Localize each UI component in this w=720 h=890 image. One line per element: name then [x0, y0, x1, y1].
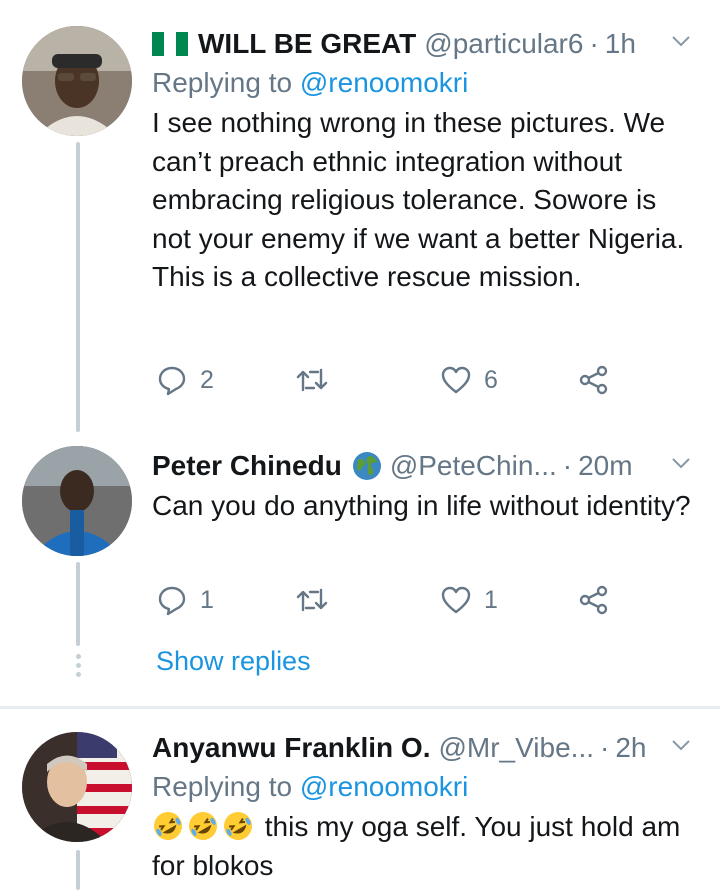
timestamp[interactable]: 20m [578, 448, 632, 484]
avatar-photo [22, 446, 132, 556]
retweet-button[interactable] [296, 364, 328, 396]
separator-dot: · [600, 732, 610, 763]
replying-prefix: Replying to [152, 67, 293, 98]
share-icon [579, 585, 608, 615]
timestamp[interactable]: 2h [615, 730, 646, 766]
more-replies-dots [74, 654, 82, 681]
replying-to: Replying to @renoomokri [152, 64, 700, 102]
share-button[interactable] [578, 364, 610, 396]
tweet-3[interactable]: Anyanwu Franklin O. @Mr_Vibe... · 2h Rep… [0, 710, 720, 890]
separator-dot: · [589, 28, 599, 59]
show-replies-link[interactable]: Show replies [156, 646, 311, 677]
author-handle[interactable]: @Mr_Vibe... [438, 730, 594, 766]
globe-icon [352, 452, 381, 480]
replying-to: Replying to @renoomokri [152, 768, 700, 806]
retweet-icon [296, 588, 328, 612]
chevron-down-icon[interactable] [670, 452, 692, 474]
author-handle[interactable]: @particular6 [424, 26, 583, 62]
reply-count: 2 [200, 365, 214, 394]
heart-icon [441, 586, 471, 614]
chevron-down-icon[interactable] [670, 30, 692, 52]
share-button[interactable] [578, 584, 610, 616]
reply-count: 1 [200, 585, 214, 614]
reply-button[interactable]: 2 [156, 364, 214, 396]
avatar-photo [22, 732, 132, 842]
tweet-header: WILL BE GREAT @particular6 · 1h [152, 26, 700, 62]
tweet-text: this my oga self. You just hold am for b… [152, 808, 700, 885]
like-count: 6 [484, 365, 498, 394]
divider [0, 706, 720, 709]
rolling-on-floor-laughing-emoji-icon [154, 812, 182, 840]
nigeria-flag-icon [152, 32, 188, 56]
like-count: 1 [484, 585, 498, 614]
replying-prefix: Replying to [152, 771, 293, 802]
tweet-2[interactable]: Peter Chinedu @PeteChin... · 20m Can you… [0, 430, 720, 700]
reply-button[interactable]: 1 [156, 584, 214, 616]
reply-icon [158, 366, 186, 396]
share-icon [579, 365, 608, 395]
mention-link[interactable]: @renoomokri [300, 67, 468, 98]
rolling-on-floor-laughing-emoji-icon [189, 812, 217, 840]
author-name[interactable]: Peter Chinedu [152, 448, 342, 484]
avatar[interactable] [22, 732, 132, 842]
like-button[interactable]: 6 [440, 364, 498, 396]
tweet-text: I see nothing wrong in these pictures. W… [152, 107, 685, 292]
mention-link[interactable]: @renoomokri [300, 771, 468, 802]
rolling-on-floor-laughing-emoji-icon [224, 812, 252, 840]
avatar[interactable] [22, 446, 132, 556]
tweet-text: Can you do anything in life without iden… [152, 490, 691, 521]
retweet-icon [296, 368, 328, 392]
tweet-header: Anyanwu Franklin O. @Mr_Vibe... · 2h [152, 730, 700, 766]
author-name[interactable]: WILL BE GREAT [198, 26, 416, 62]
separator-dot: · [562, 450, 573, 481]
tweet-1[interactable]: WILL BE GREAT @particular6 · 1h Replying… [0, 0, 720, 432]
author-handle[interactable]: @PeteChin... [390, 448, 557, 484]
heart-icon [441, 366, 471, 394]
avatar-photo [22, 26, 132, 136]
timestamp[interactable]: 1h [605, 26, 636, 62]
tweet-header: Peter Chinedu @PeteChin... · 20m [152, 448, 700, 484]
like-button[interactable]: 1 [440, 584, 498, 616]
chevron-down-icon[interactable] [670, 734, 692, 756]
author-name[interactable]: Anyanwu Franklin O. [152, 730, 430, 766]
avatar[interactable] [22, 26, 132, 136]
reply-icon [158, 586, 186, 616]
thread-line [76, 850, 80, 890]
retweet-button[interactable] [296, 584, 328, 616]
